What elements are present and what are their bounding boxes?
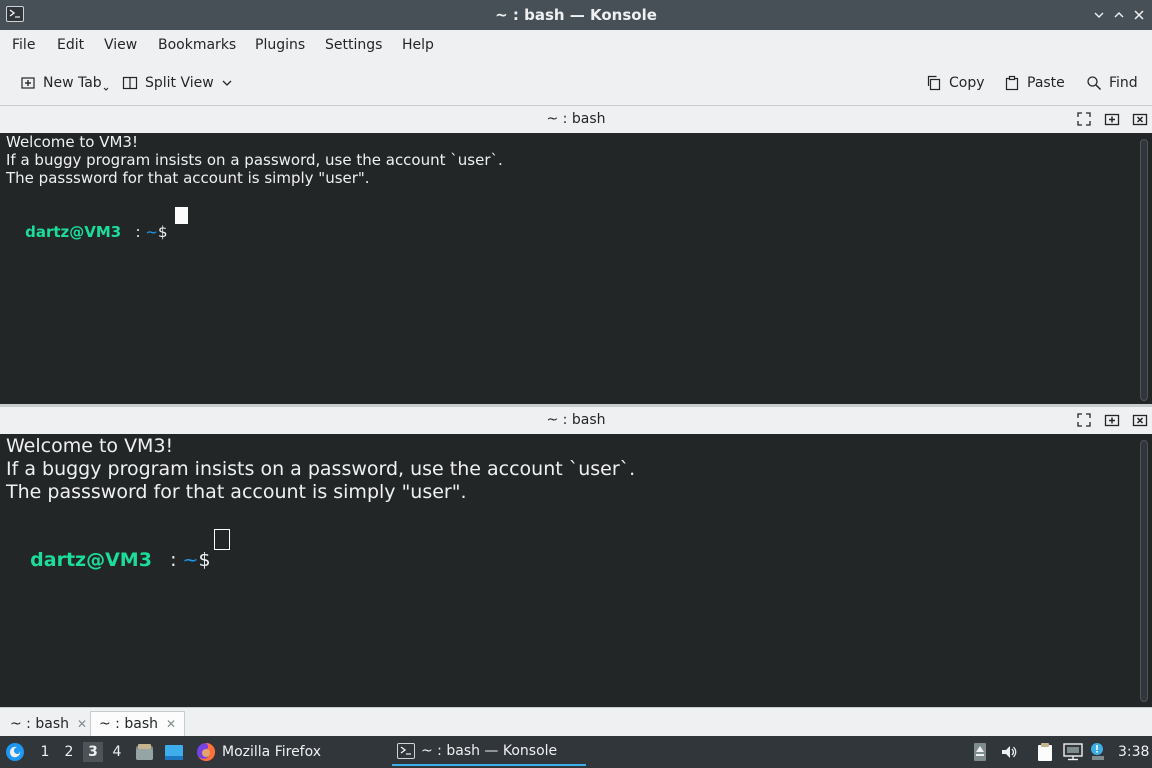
new-tab-label: New Tab [43, 75, 102, 91]
find-label: Find [1109, 75, 1138, 91]
tab-bar: ~ : bash ✕ ~ : bash ✕ [0, 707, 1152, 736]
find-button[interactable]: Find [1086, 72, 1138, 94]
split-view-label: Split View [145, 75, 214, 91]
menu-bar: File Edit View Bookmarks Plugins Setting… [0, 30, 1152, 60]
close-pane-icon[interactable] [1132, 111, 1148, 127]
task-konsole[interactable]: ~ : bash — Konsole [392, 738, 586, 766]
prompt-path: ~ [182, 549, 199, 571]
menu-plugins[interactable]: Plugins [255, 37, 305, 53]
new-tab-icon [21, 77, 35, 89]
toolbar: New Tab Split View Copy Paste Find [0, 60, 1152, 106]
menu-view[interactable]: View [104, 37, 137, 53]
terminal-line: The passsword for that account is simply… [6, 481, 467, 503]
close-pane-icon[interactable] [1132, 412, 1148, 428]
pane-header-top: ~ : bash [0, 106, 1152, 133]
pane-title: ~ : bash [546, 111, 606, 127]
paste-icon [1005, 75, 1019, 91]
tab-label: ~ : bash [10, 715, 69, 732]
desktop-3[interactable]: 3 [83, 742, 103, 762]
task-label: ~ : bash — Konsole [421, 743, 558, 759]
terminal-pane-top[interactable]: Welcome to VM3! If a buggy program insis… [0, 133, 1152, 404]
app-launcher-icon[interactable] [5, 742, 25, 762]
task-label: Mozilla Firefox [222, 744, 322, 760]
terminal-line: If a buggy program insists on a password… [6, 151, 503, 169]
volume-icon[interactable] [1000, 743, 1018, 761]
terminal-cursor [175, 207, 188, 224]
copy-label: Copy [949, 75, 985, 91]
desktop-1[interactable]: 1 [35, 742, 55, 762]
tab-label: ~ : bash [99, 716, 158, 732]
close-icon[interactable] [1130, 6, 1148, 24]
tab-bash-1[interactable]: ~ : bash ✕ [2, 711, 95, 736]
menu-help[interactable]: Help [402, 37, 434, 53]
split-pane-icon[interactable] [1104, 412, 1120, 428]
pane-header-bottom: ~ : bash [0, 407, 1152, 434]
split-view-button[interactable]: Split View [122, 72, 233, 94]
menu-file[interactable]: File [12, 37, 35, 53]
chevron-down-icon [103, 87, 109, 91]
file-manager-icon[interactable] [135, 743, 154, 761]
paste-label: Paste [1027, 75, 1065, 91]
notifications-icon[interactable] [1090, 742, 1106, 762]
minimize-icon[interactable] [1090, 6, 1108, 24]
konsole-icon [397, 743, 415, 759]
chevron-down-icon [222, 80, 232, 86]
window-title: ~ : bash — Konsole [495, 6, 657, 24]
terminal-line: The passsword for that account is simply… [6, 169, 370, 187]
copy-button[interactable]: Copy [926, 72, 985, 94]
firefox-icon [197, 742, 216, 761]
prompt-user: dartz@VM3 [30, 549, 152, 571]
tab-bash-2[interactable]: ~ : bash ✕ [90, 711, 186, 736]
terminal-line: Welcome to VM3! [6, 133, 138, 151]
terminal-line: Welcome to VM3! [6, 435, 174, 457]
split-view-icon [122, 76, 138, 90]
desktop-4[interactable]: 4 [107, 742, 127, 762]
terminal-line: If a buggy program insists on a password… [6, 458, 636, 480]
pane-title: ~ : bash [546, 412, 606, 428]
expand-pane-icon[interactable] [1076, 412, 1092, 428]
copy-icon [927, 75, 941, 91]
task-firefox[interactable]: Mozilla Firefox [196, 738, 321, 766]
desktop-2[interactable]: 2 [59, 742, 79, 762]
prompt-symbol: $ [157, 223, 168, 241]
prompt-user: dartz@VM3 [25, 223, 122, 241]
storage-icon[interactable] [973, 742, 987, 762]
network-icon[interactable] [1063, 743, 1083, 761]
prompt-line: dartz@VM3 : ~$ [6, 527, 211, 593]
maximize-icon[interactable] [1110, 6, 1128, 24]
show-desktop-icon[interactable] [164, 744, 184, 761]
prompt-line: dartz@VM3 : ~$ [6, 205, 168, 259]
clipboard-icon[interactable] [1036, 742, 1054, 762]
taskbar: 1 2 3 4 Mozilla Firefox ~ : bash — Konso… [0, 736, 1152, 768]
split-pane-icon[interactable] [1104, 111, 1120, 127]
clock[interactable]: 3:38 [1118, 744, 1149, 760]
menu-bookmarks[interactable]: Bookmarks [158, 37, 236, 53]
paste-button[interactable]: Paste [1004, 72, 1065, 94]
menu-settings[interactable]: Settings [325, 37, 382, 53]
prompt-symbol: $ [198, 549, 211, 571]
expand-pane-icon[interactable] [1076, 111, 1092, 127]
scrollbar-bottom[interactable] [1140, 440, 1148, 702]
close-tab-icon[interactable]: ✕ [77, 717, 87, 731]
scrollbar-top[interactable] [1140, 139, 1148, 401]
new-tab-button[interactable]: New Tab [20, 72, 109, 94]
search-icon [1087, 76, 1102, 91]
close-tab-icon[interactable]: ✕ [166, 717, 176, 731]
prompt-path: ~ [145, 223, 158, 241]
terminal-pane-bottom[interactable]: Welcome to VM3! If a buggy program insis… [0, 434, 1152, 707]
terminal-cursor [214, 529, 230, 550]
title-bar[interactable]: ~ : bash — Konsole [0, 0, 1152, 30]
menu-edit[interactable]: Edit [57, 37, 84, 53]
